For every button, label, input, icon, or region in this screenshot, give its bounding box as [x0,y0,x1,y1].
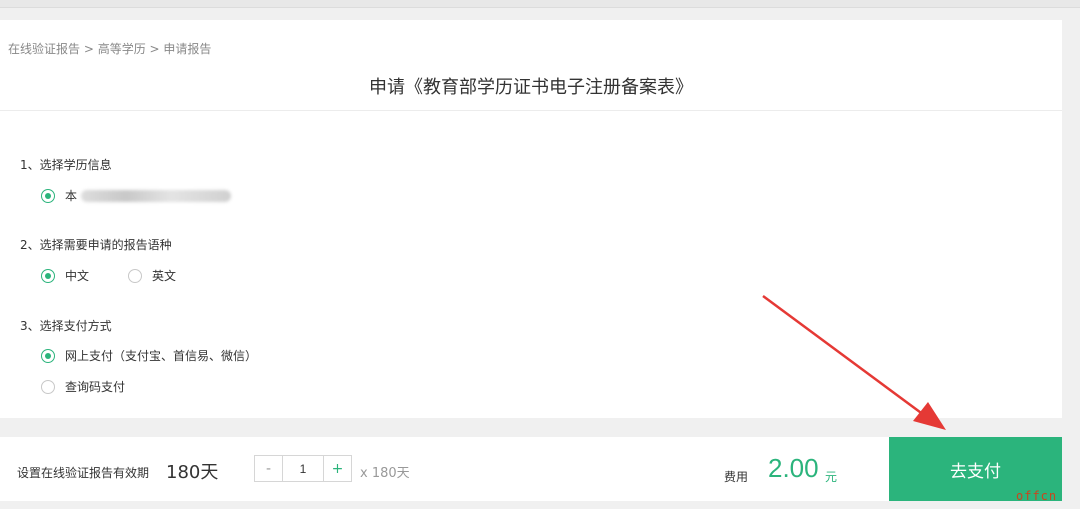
quantity-input[interactable] [283,456,323,481]
breadcrumb: 在线验证报告 > 高等学历 > 申请报告 [8,40,211,57]
language-option-chinese[interactable]: 中文 [41,267,89,284]
section-language-title: 2、选择需要申请的报告语种 [20,238,172,252]
breadcrumb-online-report[interactable]: 在线验证报告 [8,42,80,56]
radio-checked-icon[interactable] [41,268,55,283]
validity-value: 180天 [166,462,219,483]
language-english-label: 英文 [152,269,177,283]
language-chinese-label: 中文 [65,269,90,283]
page-title: 申请《教育部学历证书电子注册备案表》 [369,77,693,98]
radio-unchecked-icon[interactable] [41,379,55,394]
breadcrumb-separator: > [80,42,98,56]
payment-option-online[interactable]: 网上支付（支付宝、首信易、微信） [41,347,257,364]
title-divider [0,110,1062,111]
application-card: 在线验证报告 > 高等学历 > 申请报告 申请《教育部学历证书电子注册备案表》 … [0,20,1062,418]
redacted-education-info [81,189,232,202]
payment-query-code-label: 查询码支付 [65,380,126,394]
education-record-option[interactable]: 本 [41,187,232,204]
payment-bar: 设置在线验证报告有效期 180天 - + x 180天 费用 2.00 元 去支… [0,437,1062,501]
radio-unchecked-icon[interactable] [128,268,142,283]
breadcrumb-apply-report: 申请报告 [163,42,212,56]
quantity-stepper: - + [254,455,352,482]
radio-checked-icon[interactable] [41,188,55,203]
watermark: offcn [1016,489,1058,503]
duration-multiplier: x 180天 [360,466,410,481]
validity-label: 设置在线验证报告有效期 [17,466,150,480]
payment-online-label: 网上支付（支付宝、首信易、微信） [65,349,258,363]
payment-option-query-code[interactable]: 查询码支付 [41,378,125,395]
education-record-label: 本 [65,189,78,203]
section-payment-title: 3、选择支付方式 [20,319,112,333]
language-option-english[interactable]: 英文 [128,267,176,284]
radio-checked-icon[interactable] [41,348,55,363]
top-bar [0,0,1080,8]
fee-label: 费用 [724,470,749,484]
breadcrumb-higher-education[interactable]: 高等学历 [98,42,146,56]
fee-amount: 2.00 [768,453,819,483]
increment-button[interactable]: + [323,456,351,481]
fee-unit: 元 [825,470,838,484]
decrement-button[interactable]: - [255,456,283,481]
section-education-info-title: 1、选择学历信息 [20,158,112,172]
breadcrumb-separator: > [145,42,164,56]
